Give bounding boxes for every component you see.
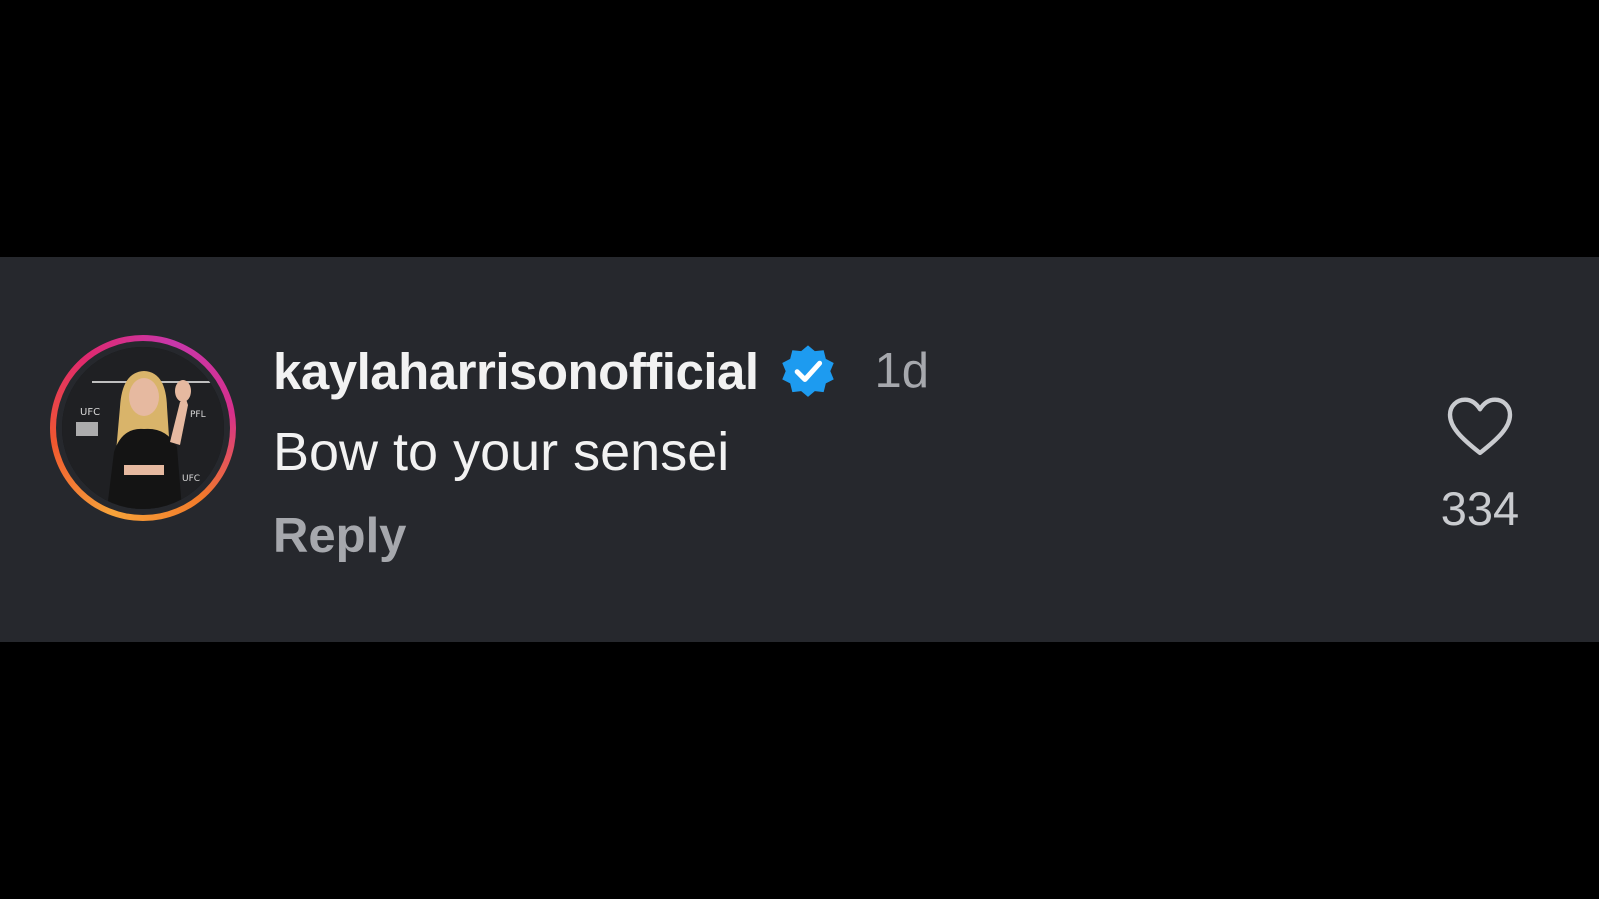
avatar[interactable]: UFC PFL UFC xyxy=(62,347,224,509)
avatar-gap: UFC PFL UFC xyxy=(56,341,230,515)
story-ring[interactable]: UFC PFL UFC xyxy=(50,335,236,521)
heart-outline-icon[interactable] xyxy=(1447,397,1513,457)
comment-card: UFC PFL UFC kaylaharrisonofficial 1d Bow… xyxy=(0,257,1599,642)
svg-text:PFL: PFL xyxy=(190,410,206,420)
svg-text:UFC: UFC xyxy=(80,407,100,418)
like-section: 334 xyxy=(1420,397,1540,532)
comment-timestamp: 1d xyxy=(874,343,930,398)
comment-header: kaylaharrisonofficial 1d xyxy=(273,335,929,407)
screenshot-frame: UFC PFL UFC kaylaharrisonofficial 1d Bow… xyxy=(0,0,1599,899)
verified-badge-icon xyxy=(781,345,834,397)
username-link[interactable]: kaylaharrisonofficial xyxy=(273,346,759,397)
svg-text:UFC: UFC xyxy=(182,474,200,484)
avatar-image: UFC PFL UFC xyxy=(62,347,224,509)
comment-content: kaylaharrisonofficial 1d Bow to your sen… xyxy=(273,335,929,561)
like-count: 334 xyxy=(1440,482,1520,535)
comment-text: Bow to your sensei xyxy=(273,422,730,482)
reply-button[interactable]: Reply xyxy=(273,512,929,561)
